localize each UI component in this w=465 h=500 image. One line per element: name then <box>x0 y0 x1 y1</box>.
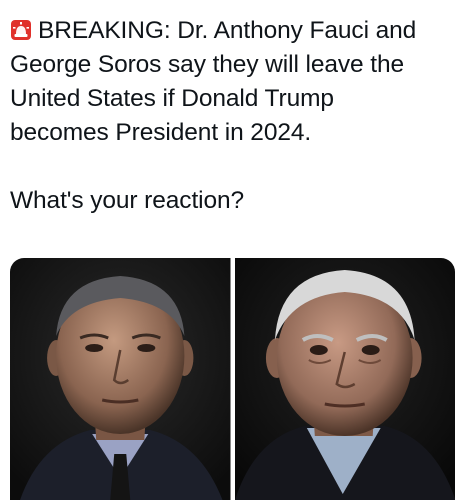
tweet-text-line-3: United States if Donald Trump <box>10 85 334 112</box>
tweet-question: What's your reaction? <box>10 187 245 214</box>
tweet-text-line-1-text: BREAKING: Dr. Anthony Fauci and <box>38 17 417 44</box>
portrait-photo-left-image <box>10 258 231 500</box>
tweet-text-line-1: BREAKING: Dr. Anthony Fauci and <box>10 14 458 48</box>
tweet-media[interactable] <box>10 258 455 500</box>
tweet: BREAKING: Dr. Anthony Fauci and George S… <box>0 0 465 500</box>
police-car-light-icon <box>10 17 32 40</box>
tweet-text-line-4: becomes President in 2024. <box>10 119 312 146</box>
portrait-photo-right[interactable] <box>234 258 455 500</box>
portrait-photo-right-image <box>234 258 455 500</box>
portrait-photo-left[interactable] <box>10 258 231 500</box>
tweet-text-line-2: George Soros say they will leave the <box>10 51 405 78</box>
tweet-text: BREAKING: Dr. Anthony Fauci and George S… <box>10 14 458 218</box>
tweet-text-spacer <box>10 150 458 184</box>
